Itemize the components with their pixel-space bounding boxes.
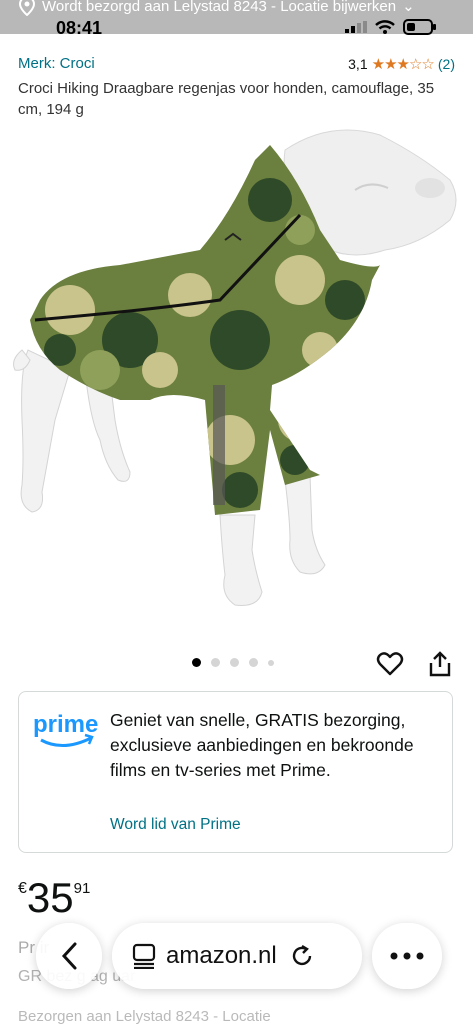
- heart-icon[interactable]: [376, 650, 404, 678]
- price: € 35 91: [18, 875, 90, 921]
- image-pagination[interactable]: [192, 658, 274, 667]
- brand-rating-row: Merk: Croci 3,1 ★★★☆☆ (2): [18, 55, 455, 75]
- prime-promo-card: prime Geniet van snelle, GRATIS bezorgin…: [18, 691, 453, 853]
- ellipsis-icon: [390, 952, 424, 960]
- pagination-dot[interactable]: [192, 658, 201, 667]
- battery-icon: [403, 19, 436, 35]
- price-fraction: 91: [73, 880, 91, 897]
- back-button[interactable]: [36, 923, 102, 989]
- chevron-left-icon: [61, 942, 77, 970]
- reader-mode-icon[interactable]: [132, 943, 156, 969]
- join-prime-link[interactable]: Word lid van Prime: [110, 816, 241, 834]
- price-whole: 35: [26, 874, 74, 921]
- address-bar[interactable]: amazon.nl: [112, 923, 362, 989]
- prime-logo: prime: [33, 711, 98, 747]
- prime-message: Geniet van snelle, GRATIS bezorging, exc…: [110, 710, 414, 780]
- star-rating: ★★★☆☆: [371, 55, 435, 73]
- star-empty-icon: ☆: [408, 56, 422, 73]
- status-icons: [345, 19, 437, 35]
- pagination-dot[interactable]: [211, 658, 220, 667]
- product-title: Croci Hiking Draagbare regenjas voor hon…: [18, 80, 435, 118]
- signal-icon: [345, 21, 367, 33]
- share-icon[interactable]: [428, 650, 452, 678]
- brand-link[interactable]: Merk: Croci: [18, 55, 95, 72]
- clock: 08:41: [56, 18, 103, 38]
- delivery-banner-text: Wordt bezorgd aan Lelystad 8243 - Locati…: [42, 0, 397, 15]
- chevron-down-icon: ⌄: [402, 0, 415, 15]
- rating-value: 3,1: [348, 56, 368, 72]
- obscured-delivery-line: Bezorgen aan Lelystad 8243 - Locatie: [18, 1008, 271, 1025]
- delivery-location-link[interactable]: Wordt bezorgd aan Lelystad 8243 - Locati…: [18, 0, 415, 16]
- star-icon: ★: [396, 56, 410, 73]
- wifi-icon: [375, 20, 395, 34]
- star-icon: ★: [371, 56, 385, 73]
- prime-logo-text: prime: [33, 711, 98, 738]
- review-count[interactable]: (2): [438, 56, 455, 72]
- location-pin-icon: [18, 0, 36, 16]
- price-currency: €: [18, 880, 27, 897]
- pagination-dot[interactable]: [249, 658, 258, 667]
- reload-icon[interactable]: [289, 943, 315, 969]
- more-options-button[interactable]: [372, 923, 442, 989]
- status-bar: Wordt bezorgd aan Lelystad 8243 - Locati…: [0, 0, 473, 38]
- pagination-dot[interactable]: [230, 658, 239, 667]
- url-text[interactable]: amazon.nl: [166, 942, 277, 970]
- rating-summary[interactable]: 3,1 ★★★☆☆ (2): [348, 55, 455, 73]
- pagination-dot[interactable]: [268, 659, 274, 666]
- star-empty-icon: ☆: [421, 56, 434, 73]
- star-icon: ★: [384, 56, 397, 73]
- product-image[interactable]: [0, 120, 473, 640]
